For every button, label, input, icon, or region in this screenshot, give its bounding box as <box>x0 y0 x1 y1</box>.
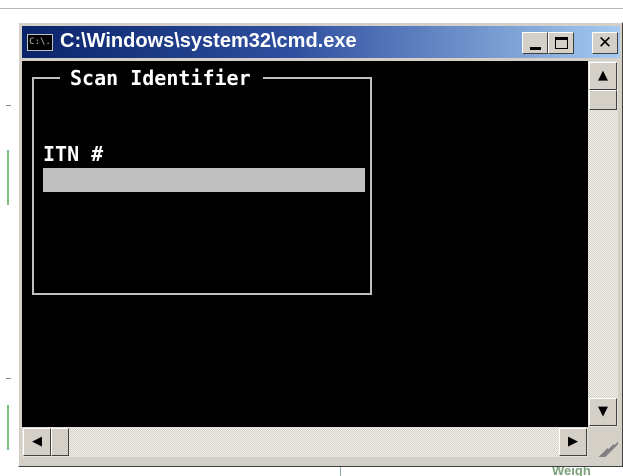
cmd-window: C:\. C:\Windows\system32\cmd.exe ✕ Scan … <box>18 22 623 467</box>
scroll-down-button[interactable]: ▼ <box>589 398 617 426</box>
horizontal-scroll-thumb[interactable] <box>51 428 69 456</box>
arrow-up-icon: ▲ <box>598 68 608 83</box>
console-icon[interactable]: C:\. <box>27 34 53 51</box>
close-icon: ✕ <box>597 33 613 53</box>
minimize-button[interactable] <box>522 32 548 54</box>
minimize-icon <box>530 47 541 50</box>
background-accent-bar <box>7 150 9 205</box>
background-tick <box>6 105 11 106</box>
background-tick <box>6 378 11 379</box>
title-bar[interactable]: C:\. C:\Windows\system32\cmd.exe ✕ <box>22 26 620 58</box>
console-area[interactable]: Scan Identifier ITN # <box>22 61 588 427</box>
vertical-scrollbar[interactable]: ▲ ▼ <box>588 61 618 427</box>
close-button[interactable]: ✕ <box>592 32 618 54</box>
maximize-button[interactable] <box>548 32 574 54</box>
scan-identifier-panel: Scan Identifier ITN # <box>32 66 372 295</box>
window-title: C:\Windows\system32\cmd.exe <box>60 30 357 52</box>
itn-input[interactable] <box>43 168 365 192</box>
background-accent-bar <box>7 405 9 450</box>
resize-grip[interactable] <box>588 427 618 457</box>
scroll-right-button[interactable]: ▶ <box>559 428 587 456</box>
arrow-left-icon: ◀ <box>32 434 42 449</box>
arrow-right-icon: ▶ <box>568 434 578 449</box>
background-divider <box>0 8 623 9</box>
horizontal-scrollbar[interactable]: ◀ ▶ <box>22 427 588 457</box>
arrow-down-icon: ▼ <box>598 404 608 419</box>
maximize-icon <box>555 37 568 49</box>
itn-field-label: ITN # <box>43 142 104 166</box>
scroll-up-button[interactable]: ▲ <box>589 62 617 90</box>
vertical-scroll-thumb[interactable] <box>589 90 617 110</box>
scroll-left-button[interactable]: ◀ <box>23 428 51 456</box>
panel-title: Scan Identifier <box>60 66 263 90</box>
